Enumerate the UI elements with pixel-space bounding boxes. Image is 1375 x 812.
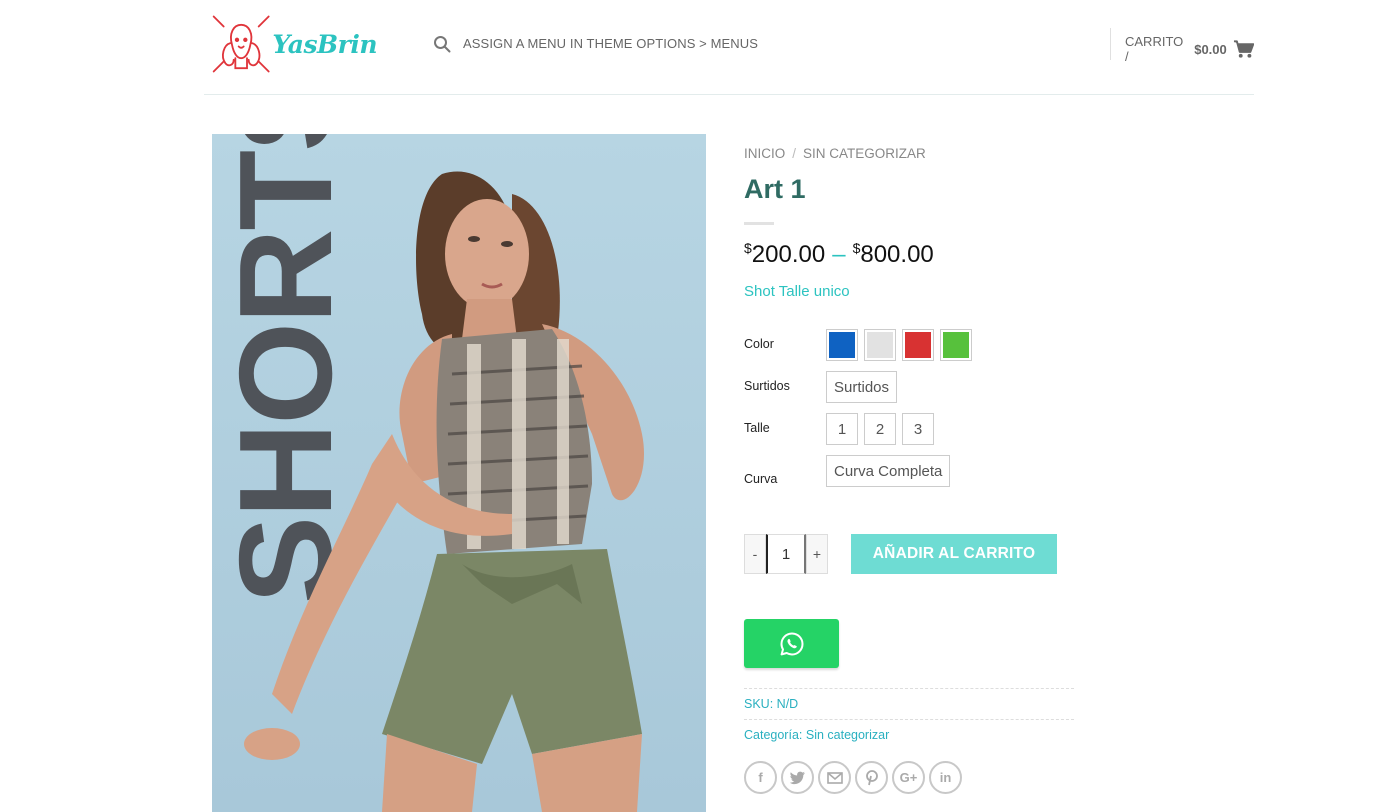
twitter-bird-icon (789, 771, 805, 784)
swatch-fill (867, 332, 893, 358)
quantity-input[interactable] (766, 534, 806, 574)
quantity-stepper: - + (744, 534, 828, 574)
product-image[interactable]: SHORTS (212, 134, 706, 812)
product-category: Categoría: Sin categorizar (744, 728, 889, 742)
price-max: 800.00 (860, 241, 934, 268)
swatch-fill (829, 332, 855, 358)
surtidos-options: Surtidos (826, 371, 898, 403)
color-swatch-light-gray[interactable] (864, 329, 896, 361)
surtidos-label: Surtidos (744, 379, 790, 393)
category-link[interactable]: Sin categorizar (806, 728, 889, 742)
main-menu-placeholder[interactable]: ASSIGN A MENU IN THEME OPTIONS > MENUS (463, 36, 758, 51)
pinterest-share-icon[interactable] (855, 761, 888, 794)
price-min: 200.00 (751, 241, 826, 268)
product-sku: SKU: N/D (744, 697, 798, 711)
sku-value: N/D (776, 697, 799, 711)
color-swatches (826, 329, 972, 361)
talle-option-1[interactable]: 1 (826, 413, 858, 445)
site-logo[interactable]: YasBrin (212, 8, 377, 80)
model-photo (244, 171, 645, 812)
header-cart-link[interactable]: CARRITO / $0.00 (1125, 34, 1254, 64)
price-currency-min: $ (744, 240, 752, 256)
swatch-fill (905, 332, 931, 358)
swatch-fill (943, 332, 969, 358)
talle-option-3[interactable]: 3 (902, 413, 934, 445)
breadcrumb-separator: / (792, 146, 797, 161)
color-swatch-red[interactable] (902, 329, 934, 361)
cart-label: CARRITO / (1125, 34, 1184, 64)
cart-amount: $0.00 (1194, 41, 1227, 57)
add-to-cart-button[interactable]: AÑADIR AL CARRITO (851, 534, 1057, 574)
color-label: Color (744, 337, 774, 351)
email-share-icon[interactable] (818, 761, 851, 794)
google-plus-share-icon[interactable]: G+ (892, 761, 925, 794)
quantity-decrease-button[interactable]: - (744, 534, 766, 574)
product-short-description: Shot Talle unico (744, 283, 850, 300)
color-swatch-blue[interactable] (826, 329, 858, 361)
twitter-share-icon[interactable] (781, 761, 814, 794)
pinterest-p-icon (865, 769, 878, 785)
logo-text: YasBrin (272, 29, 377, 59)
whatsapp-icon (780, 632, 803, 655)
curva-options: Curva Completa (826, 455, 951, 487)
product-title: Art 1 (744, 174, 806, 204)
curva-option-completa[interactable]: Curva Completa (826, 455, 951, 487)
curva-label: Curva (744, 472, 778, 486)
header-divider (1110, 28, 1111, 60)
surtidos-option[interactable]: Surtidos (826, 371, 898, 403)
quantity-increase-button[interactable]: + (806, 534, 828, 574)
sku-label: SKU: (744, 697, 774, 711)
meta-divider (744, 719, 1074, 720)
linkedin-share-icon[interactable]: in (929, 761, 962, 794)
whatsapp-button[interactable] (744, 619, 839, 668)
talle-label: Talle (744, 421, 770, 435)
meta-divider (744, 688, 1074, 689)
product-price: $200.00– $800.00 (744, 240, 934, 269)
color-swatch-green[interactable] (940, 329, 972, 361)
facebook-share-icon[interactable]: f (744, 761, 777, 794)
search-icon[interactable] (433, 35, 451, 53)
site-header: YasBrin ASSIGN A MENU IN THEME OPTIONS >… (204, 0, 1254, 95)
breadcrumb-category-link[interactable]: SIN CATEGORIZAR (803, 146, 926, 161)
shopping-cart-icon (1233, 40, 1254, 58)
talle-options: 1 2 3 (826, 413, 934, 445)
category-label: Categoría: (744, 728, 803, 742)
title-divider (744, 222, 774, 225)
breadcrumb: INICIO / SIN CATEGORIZAR (744, 146, 926, 161)
envelope-icon (826, 771, 843, 784)
share-icons: f G+ in (744, 761, 962, 794)
price-dash: – (832, 241, 846, 268)
bunny-logo-icon (212, 15, 270, 73)
talle-option-2[interactable]: 2 (864, 413, 896, 445)
breadcrumb-home-link[interactable]: INICIO (744, 146, 785, 161)
